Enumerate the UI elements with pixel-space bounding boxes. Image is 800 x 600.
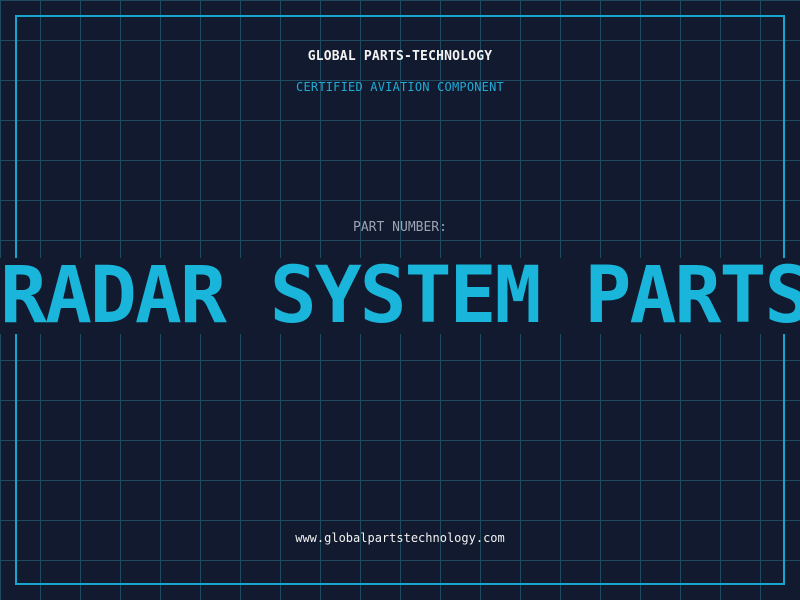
company-name: GLOBAL PARTS-TECHNOLOGY <box>307 49 493 64</box>
certification-subtitle: CERTIFIED AVIATION COMPONENT <box>296 80 504 94</box>
part-number-band: RADAR SYSTEM PARTS <box>0 258 800 334</box>
part-number-value: RADAR SYSTEM PARTS <box>0 258 800 334</box>
website-url[interactable]: www.globalpartstechnology.com <box>0 531 800 545</box>
part-number-label: PART NUMBER: <box>353 220 447 235</box>
